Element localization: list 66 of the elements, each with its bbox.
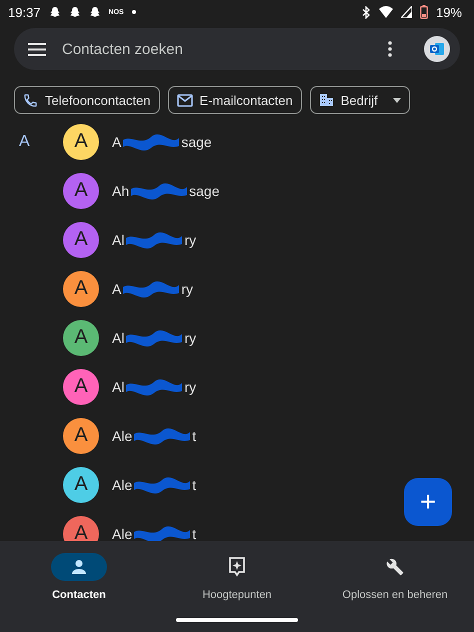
contact-name-end[interactable]: ry — [184, 378, 196, 394]
contact-name-end[interactable]: t — [192, 428, 196, 444]
contact-name-start[interactable]: Ah — [112, 182, 130, 198]
sparkle-frame-icon — [228, 557, 246, 577]
person-icon — [71, 559, 87, 575]
contact-avatar[interactable]: A — [63, 124, 99, 160]
wrench-icon — [386, 558, 404, 576]
contact-avatar[interactable]: A — [63, 270, 99, 306]
nav-tab[interactable]: Contacten — [4, 552, 154, 632]
contact-name-end[interactable]: ry — [184, 232, 196, 248]
redaction-scribble — [121, 132, 182, 152]
contact-name-end[interactable]: sage — [189, 182, 220, 198]
nav-tab[interactable]: Hoogtepunten — [162, 552, 312, 632]
redaction-scribble — [121, 278, 182, 298]
contact-name-end[interactable]: ry — [181, 280, 194, 296]
contact-name-end[interactable]: ry — [184, 330, 196, 346]
search-field[interactable]: Contacten zoeken — [60, 40, 374, 58]
contact-name-start[interactable]: Al — [112, 330, 124, 346]
contact-name-start[interactable]: Ale — [112, 428, 132, 444]
filter-chip[interactable]: Bedrijf — [310, 86, 410, 114]
signal-icon — [400, 6, 412, 18]
mail-icon — [176, 94, 193, 106]
building-icon — [318, 93, 334, 107]
dropdown-caret-icon — [392, 98, 401, 102]
section-letter: A — [18, 132, 31, 152]
contact-avatar[interactable]: A — [63, 418, 99, 454]
nav-tab[interactable]: Oplossen en beheren — [320, 552, 470, 632]
contact-avatar[interactable]: A — [63, 368, 99, 404]
ghost-icon — [68, 6, 81, 18]
redaction-scribble — [124, 328, 184, 348]
contact-name-start[interactable]: A — [112, 280, 122, 296]
redaction-scribble — [132, 474, 192, 494]
redaction-scribble — [129, 180, 190, 200]
contact-avatar[interactable]: A — [63, 466, 99, 502]
contact-name-end[interactable]: t — [192, 526, 196, 541]
contact-name-end[interactable]: sage — [181, 134, 212, 150]
contact-avatar[interactable]: A — [63, 172, 99, 208]
ghost-icon — [88, 6, 101, 18]
menu-icon[interactable] — [28, 42, 46, 56]
contact-name-start[interactable]: A — [112, 134, 122, 150]
redaction-scribble — [124, 230, 184, 250]
add-contact-button[interactable]: + — [404, 478, 452, 526]
contact-avatar[interactable]: A — [63, 320, 99, 356]
ghost-icon — [48, 6, 61, 18]
contact-name-start[interactable]: Ale — [112, 476, 132, 492]
more-icon[interactable] — [388, 41, 392, 57]
wifi-icon — [378, 6, 393, 18]
phone-icon — [23, 92, 38, 108]
redaction-scribble — [124, 376, 184, 396]
battery-icon — [420, 5, 428, 19]
filter-chip[interactable]: Telefooncontacten — [14, 86, 160, 114]
status-time: 19:37 — [8, 4, 41, 20]
contact-name-start[interactable]: Ale — [112, 526, 132, 541]
contact-name-start[interactable]: Al — [112, 232, 124, 248]
filter-chip[interactable]: E-mailcontacten — [168, 86, 302, 114]
bluetooth-icon — [362, 6, 371, 18]
redaction-scribble — [132, 426, 192, 446]
dot-icon — [132, 10, 136, 14]
contact-avatar[interactable]: A — [63, 516, 99, 541]
contact-avatar[interactable]: A — [63, 222, 99, 258]
contact-name-start[interactable]: Al — [112, 378, 124, 394]
battery-percentage: 19% — [436, 4, 462, 20]
redaction-scribble — [132, 524, 192, 541]
contact-name-end[interactable]: t — [192, 476, 196, 492]
search-bar[interactable]: Contacten zoeken — [14, 28, 460, 70]
account-avatar-icon[interactable] — [424, 36, 450, 62]
